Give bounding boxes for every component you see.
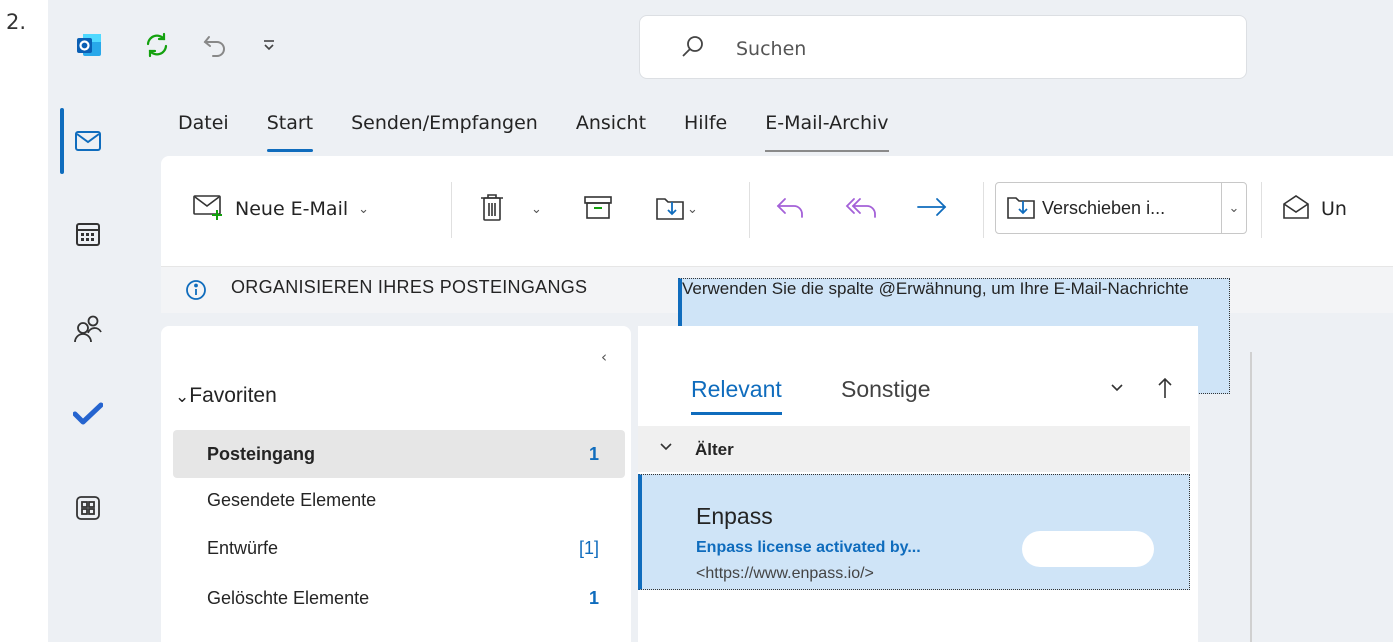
new-mail-label: Neue E-Mail: [235, 198, 349, 220]
folder-name: Posteingang: [207, 444, 316, 464]
unread-button[interactable]: Un: [1281, 188, 1347, 230]
reply-icon: [775, 193, 807, 226]
redacted-date: [1022, 531, 1154, 567]
group-header-older[interactable]: Älter: [638, 426, 1190, 472]
new-mail-button[interactable]: Neue E-Mail ⌄: [193, 188, 369, 230]
forward-button[interactable]: [915, 188, 949, 230]
divider: [749, 182, 750, 238]
collapse-pane-icon[interactable]: ‹: [601, 348, 607, 366]
move-folder-icon: [655, 193, 685, 226]
mail-icon[interactable]: [68, 121, 108, 161]
favorites-label: Favoriten: [189, 384, 277, 407]
folder-item-entwuerfe[interactable]: Entwürfe [1]: [173, 524, 625, 572]
new-mail-icon: [193, 193, 227, 226]
outlook-logo-icon: [72, 28, 106, 62]
chevron-down-icon[interactable]: ⌄: [687, 202, 698, 217]
message-sender: Enpass: [696, 503, 773, 529]
folder-name: Gesendete Elemente: [207, 490, 377, 510]
ribbon-tabs: Datei Start Senden/Empfangen Ansicht Hil…: [178, 112, 927, 152]
message-subject: Enpass license activated by...: [696, 539, 921, 556]
tab-datei[interactable]: Datei: [178, 112, 229, 152]
chevron-down-icon[interactable]: ⌄: [531, 202, 542, 217]
folder-count: [1]: [578, 538, 599, 558]
delete-icon: [479, 192, 505, 227]
info-bar: ORGANISIEREN IHRES POSTEINGANGS Verwende…: [161, 266, 1393, 394]
delete-button[interactable]: ⌄: [479, 188, 542, 230]
folder-item-geloeschte-elemente[interactable]: Gelöschte Elemente 1: [173, 574, 625, 622]
message-list: Relevant Sonstige Älter Enpass Enpass li…: [638, 326, 1198, 642]
tab-senden-empfangen[interactable]: Senden/Empfangen: [351, 112, 538, 152]
chevron-down-icon[interactable]: ⌄: [1221, 183, 1246, 233]
active-app-indicator: [60, 108, 64, 174]
more-apps-icon[interactable]: [68, 488, 108, 528]
tab-start[interactable]: Start: [266, 112, 314, 152]
sync-icon[interactable]: [140, 28, 174, 62]
chevron-down-icon[interactable]: ⌄: [358, 202, 369, 217]
folder-item-gesendete-elemente[interactable]: Gesendete Elemente: [173, 476, 625, 524]
folder-pane: ‹ ⌄Favoriten Posteingang 1 Gesendete Ele…: [161, 326, 631, 642]
filter-chevron-icon[interactable]: [1108, 378, 1126, 400]
outlook-window: Suchen Datei Start Senden/Empfangen Ansi…: [48, 0, 1393, 642]
folder-count: 1: [588, 588, 599, 608]
people-icon[interactable]: [68, 308, 108, 348]
envelope-open-icon: [1281, 193, 1311, 226]
move-folder-icon: [1006, 192, 1036, 225]
sort-arrow-icon[interactable]: [1156, 376, 1174, 404]
todo-icon[interactable]: [68, 394, 108, 434]
divider: [451, 182, 452, 238]
folder-count: 1: [588, 444, 599, 464]
calendar-icon[interactable]: [68, 214, 108, 254]
undo-icon[interactable]: [198, 28, 232, 62]
favorites-header[interactable]: ⌄Favoriten: [175, 384, 277, 408]
forward-icon: [915, 193, 949, 226]
chevron-down-icon: [658, 438, 674, 458]
tab-relevant[interactable]: Relevant: [691, 376, 782, 415]
move-to-label: Verschieben i...: [1042, 197, 1166, 218]
divider: [1261, 182, 1262, 238]
folder-name: Entwürfe: [207, 538, 279, 558]
search-placeholder: Suchen: [736, 38, 807, 60]
tab-ansicht[interactable]: Ansicht: [576, 112, 646, 152]
reading-pane-divider[interactable]: [1250, 352, 1252, 642]
reply-button[interactable]: [775, 188, 807, 230]
archive-button[interactable]: [583, 188, 613, 230]
folder-item-posteingang[interactable]: Posteingang 1: [173, 430, 625, 478]
customize-toolbar-icon[interactable]: [252, 28, 286, 62]
search-box[interactable]: Suchen: [639, 15, 1247, 79]
message-preview: <https://www.enpass.io/>: [696, 565, 874, 582]
tab-hilfe[interactable]: Hilfe: [684, 112, 727, 152]
group-label: Älter: [695, 440, 734, 459]
ribbon-toolbar: Neue E-Mail ⌄ ⌄ ⌄ Verschieben i... ⌄ Un: [161, 156, 1393, 266]
move-to-folder-button[interactable]: ⌄: [655, 188, 698, 230]
reply-all-button[interactable]: [845, 188, 879, 230]
reply-all-icon: [845, 193, 879, 226]
message-item[interactable]: Enpass Enpass license activated by... <h…: [638, 474, 1190, 590]
tab-sonstige[interactable]: Sonstige: [841, 376, 931, 403]
folder-name: Gelöschte Elemente: [207, 588, 370, 608]
tab-email-archiv[interactable]: E-Mail-Archiv: [765, 112, 889, 152]
divider: [983, 182, 984, 238]
info-icon: [185, 279, 207, 305]
search-icon: [680, 34, 706, 64]
unread-label: Un: [1321, 198, 1347, 220]
info-bar-title: ORGANISIEREN IHRES POSTEINGANGS: [231, 277, 588, 297]
move-to-dropdown[interactable]: Verschieben i... ⌄: [995, 182, 1247, 234]
step-number: 2.: [6, 10, 27, 34]
chevron-down-icon: ⌄: [175, 387, 190, 406]
archive-icon: [583, 194, 613, 225]
